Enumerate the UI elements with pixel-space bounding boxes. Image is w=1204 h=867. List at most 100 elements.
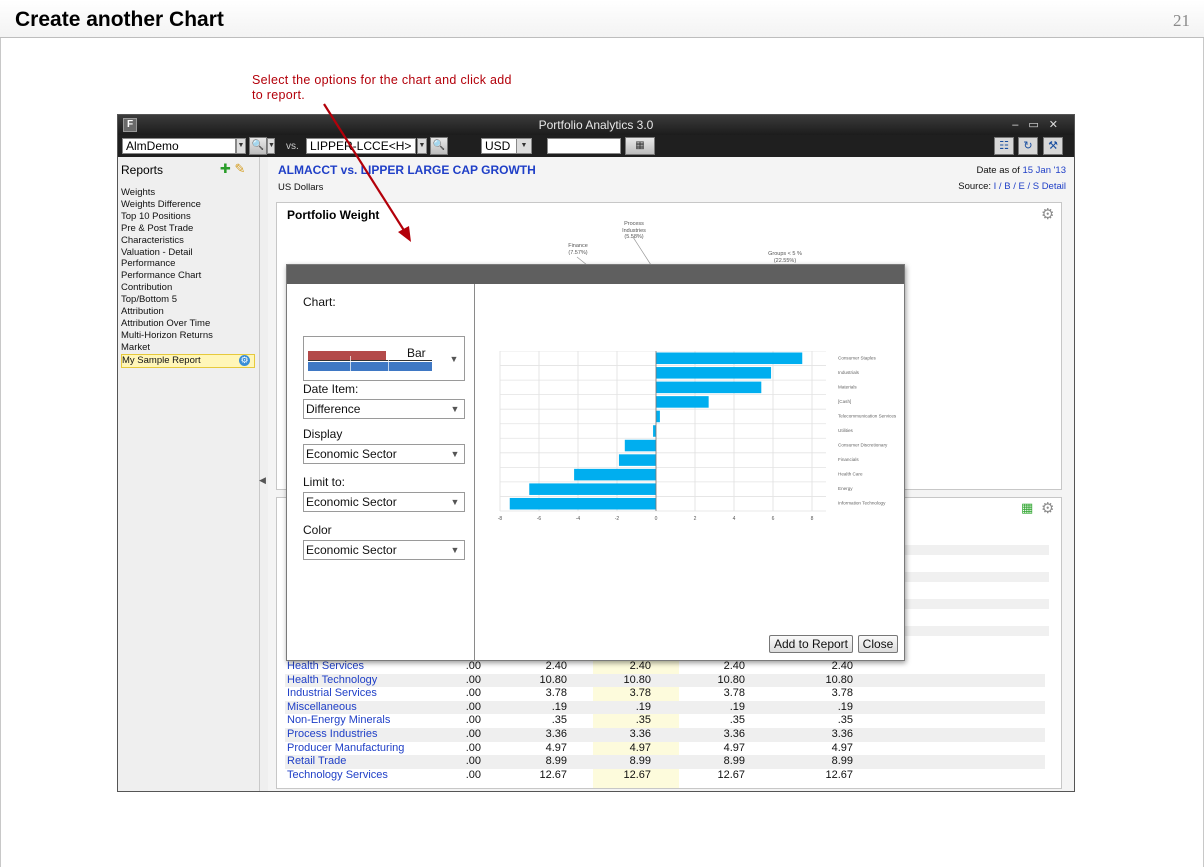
bar-4	[656, 410, 660, 423]
chevron-down-icon[interactable]: ▼	[448, 543, 462, 557]
row-name-link[interactable]: Process Industries	[287, 728, 377, 742]
sidebar-item-multi-horizon-returns[interactable]: Multi-Horizon Returns	[121, 330, 257, 342]
chart-type-dropdown-icon[interactable]: ▼	[447, 351, 461, 367]
row-name-link[interactable]: Industrial Services	[287, 687, 377, 701]
currency-select[interactable]: USD	[481, 138, 517, 154]
gear-icon[interactable]: ⚙	[1041, 499, 1054, 517]
report-settings-icon[interactable]: ⚙	[239, 354, 250, 366]
collapse-sidebar-icon[interactable]: ◀	[259, 475, 267, 489]
source-links[interactable]: I / B / E / S Detail	[994, 181, 1066, 192]
row-name-link[interactable]: Retail Trade	[287, 755, 346, 769]
bar-6	[624, 439, 656, 452]
row-name-link[interactable]: Miscellaneous	[287, 701, 357, 715]
bar-7	[618, 454, 656, 466]
calendar-icon[interactable]: ▦	[625, 137, 655, 155]
sidebar-item-weights-difference[interactable]: Weights Difference	[121, 199, 257, 211]
report-date: Date as of 15 Jan '13	[977, 165, 1067, 176]
currency-dropdown-arrow[interactable]: ▼	[516, 138, 532, 154]
date-link[interactable]: 15 Jan '13	[1022, 165, 1066, 176]
portfolio-input[interactable]: AlmDemo	[122, 138, 236, 154]
category-label: Consumer Discretionary	[838, 443, 888, 448]
hierarchy-icon[interactable]: ☷	[994, 137, 1014, 155]
row-name-link[interactable]: Producer Manufacturing	[287, 742, 404, 756]
row-name-link[interactable]: Health Services	[287, 660, 364, 674]
row-name-link[interactable]: Health Technology	[287, 674, 377, 688]
table-row: Non-Energy Minerals .00 .35 .35 .35 .35	[285, 714, 1045, 728]
table-row: Health Technology .00 10.80 10.80 10.80 10.80	[285, 673, 1045, 688]
refresh-icon[interactable]: ↻	[1018, 137, 1038, 155]
chart-preview: Consumer Staples Industrials Materials [Cas…	[498, 351, 897, 522]
table-cell: 3.36	[831, 728, 853, 740]
chevron-down-icon[interactable]: ▼	[448, 447, 462, 461]
date-item-value: Difference	[306, 402, 361, 416]
sidebar-item-pre-post-trade[interactable]: Pre & Post Trade	[121, 223, 257, 235]
sidebar-item-top-10-positions[interactable]: Top 10 Positions	[121, 211, 257, 223]
slide-title: Create another Chart	[15, 8, 224, 31]
table-cell: 10.80	[825, 673, 853, 686]
sidebar-item-valuation-detail[interactable]: Valuation - Detail	[121, 247, 257, 259]
sidebar-item-my-sample-report[interactable]: My Sample Report ⚙	[121, 353, 255, 368]
limit-to-value: Economic Sector	[306, 495, 397, 509]
display-value: Economic Sector	[306, 447, 397, 461]
sidebar-item-market[interactable]: Market	[121, 342, 257, 354]
table-cell: 3.78	[831, 687, 853, 700]
sidebar-item-attribution-over-time[interactable]: Attribution Over Time	[121, 318, 257, 330]
bar-2	[656, 381, 762, 394]
portfolio-search-dropdown[interactable]: ▼	[267, 138, 275, 154]
minimize-icon[interactable]: –	[1012, 119, 1028, 131]
dialog-titlebar[interactable]	[287, 265, 904, 284]
bar-3	[656, 396, 709, 408]
date-input[interactable]	[547, 138, 621, 154]
display-select[interactable]: Economic Sector ▼	[303, 444, 465, 464]
color-select[interactable]: Economic Sector ▼	[303, 540, 465, 560]
sidebar-item-characteristics[interactable]: Characteristics	[121, 235, 257, 247]
bar-chart-icon[interactable]: ▦	[1021, 500, 1033, 516]
bar-preview-tick	[350, 356, 351, 371]
benchmark-dropdown-arrow[interactable]: ▼	[417, 138, 427, 154]
table-cell: 2.40	[723, 660, 745, 672]
report-list: Weights Weights Difference Top 10 Positi…	[121, 187, 257, 368]
close-button[interactable]: Close	[858, 635, 898, 653]
limit-to-select[interactable]: Economic Sector ▼	[303, 492, 465, 512]
category-label: Consumer Staples	[838, 355, 876, 360]
table-cell: 8.99	[545, 755, 567, 768]
slide-border-left	[0, 38, 1, 867]
add-report-icon[interactable]: ✚	[220, 161, 231, 176]
color-value: Economic Sector	[306, 543, 397, 557]
chevron-down-icon[interactable]: ▼	[448, 402, 462, 416]
sidebar-header: Reports	[121, 163, 164, 177]
bar-preview-axis	[308, 360, 432, 361]
table-cell: 10.80	[623, 673, 651, 686]
chart-type-select[interactable]: Bar ▼	[303, 336, 465, 381]
wrench-icon[interactable]: ⚒	[1043, 137, 1063, 155]
bar-1	[656, 367, 772, 379]
benchmark-search-icon[interactable]: 🔍	[430, 137, 448, 155]
x-tick-label: 8	[811, 516, 814, 522]
sidebar-item-attribution[interactable]: Attribution	[121, 306, 257, 318]
sidebar-item-performance-chart[interactable]: Performance Chart	[121, 270, 257, 282]
portfolio-search-icon[interactable]: 🔍	[249, 137, 267, 155]
category-label: Telecommunication Services	[838, 413, 897, 418]
sidebar-item-contribution[interactable]: Contribution	[121, 282, 257, 294]
window-title: Portfolio Analytics 3.0	[538, 118, 654, 132]
category-label: Utilities	[838, 428, 854, 433]
chevron-down-icon[interactable]: ▼	[448, 495, 462, 509]
sidebar-item-top-bottom-5[interactable]: Top/Bottom 5	[121, 294, 257, 306]
row-name-link[interactable]: Non-Energy Minerals	[287, 714, 390, 728]
close-icon[interactable]: ✕	[1049, 119, 1068, 131]
date-item-select[interactable]: Difference ▼	[303, 399, 465, 419]
portfolio-dropdown-arrow[interactable]: ▼	[236, 138, 246, 154]
sidebar-item-performance[interactable]: Performance	[121, 258, 257, 270]
edit-pencil-icon[interactable]: ✎	[235, 161, 246, 176]
callout-text: Select the options for the chart and cli…	[252, 73, 512, 102]
row-name-link[interactable]: Technology Services	[287, 769, 388, 783]
color-label: Color	[303, 523, 332, 537]
table-row: Producer Manufacturing .00 4.97 4.97 4.97 4.9…	[285, 742, 1045, 756]
table-row: Miscellaneous .00 .19 .19 .19 .19	[285, 700, 1045, 715]
slide-page-number: 21	[1173, 11, 1190, 30]
sidebar-item-weights[interactable]: Weights	[121, 187, 257, 199]
benchmark-input[interactable]: LIPPER-LCCE<H>	[306, 138, 416, 154]
add-to-report-button[interactable]: Add to Report	[769, 635, 853, 653]
report-source: Source: I / B / E / S Detail	[958, 181, 1066, 192]
maximize-icon[interactable]: ▭	[1028, 119, 1048, 131]
